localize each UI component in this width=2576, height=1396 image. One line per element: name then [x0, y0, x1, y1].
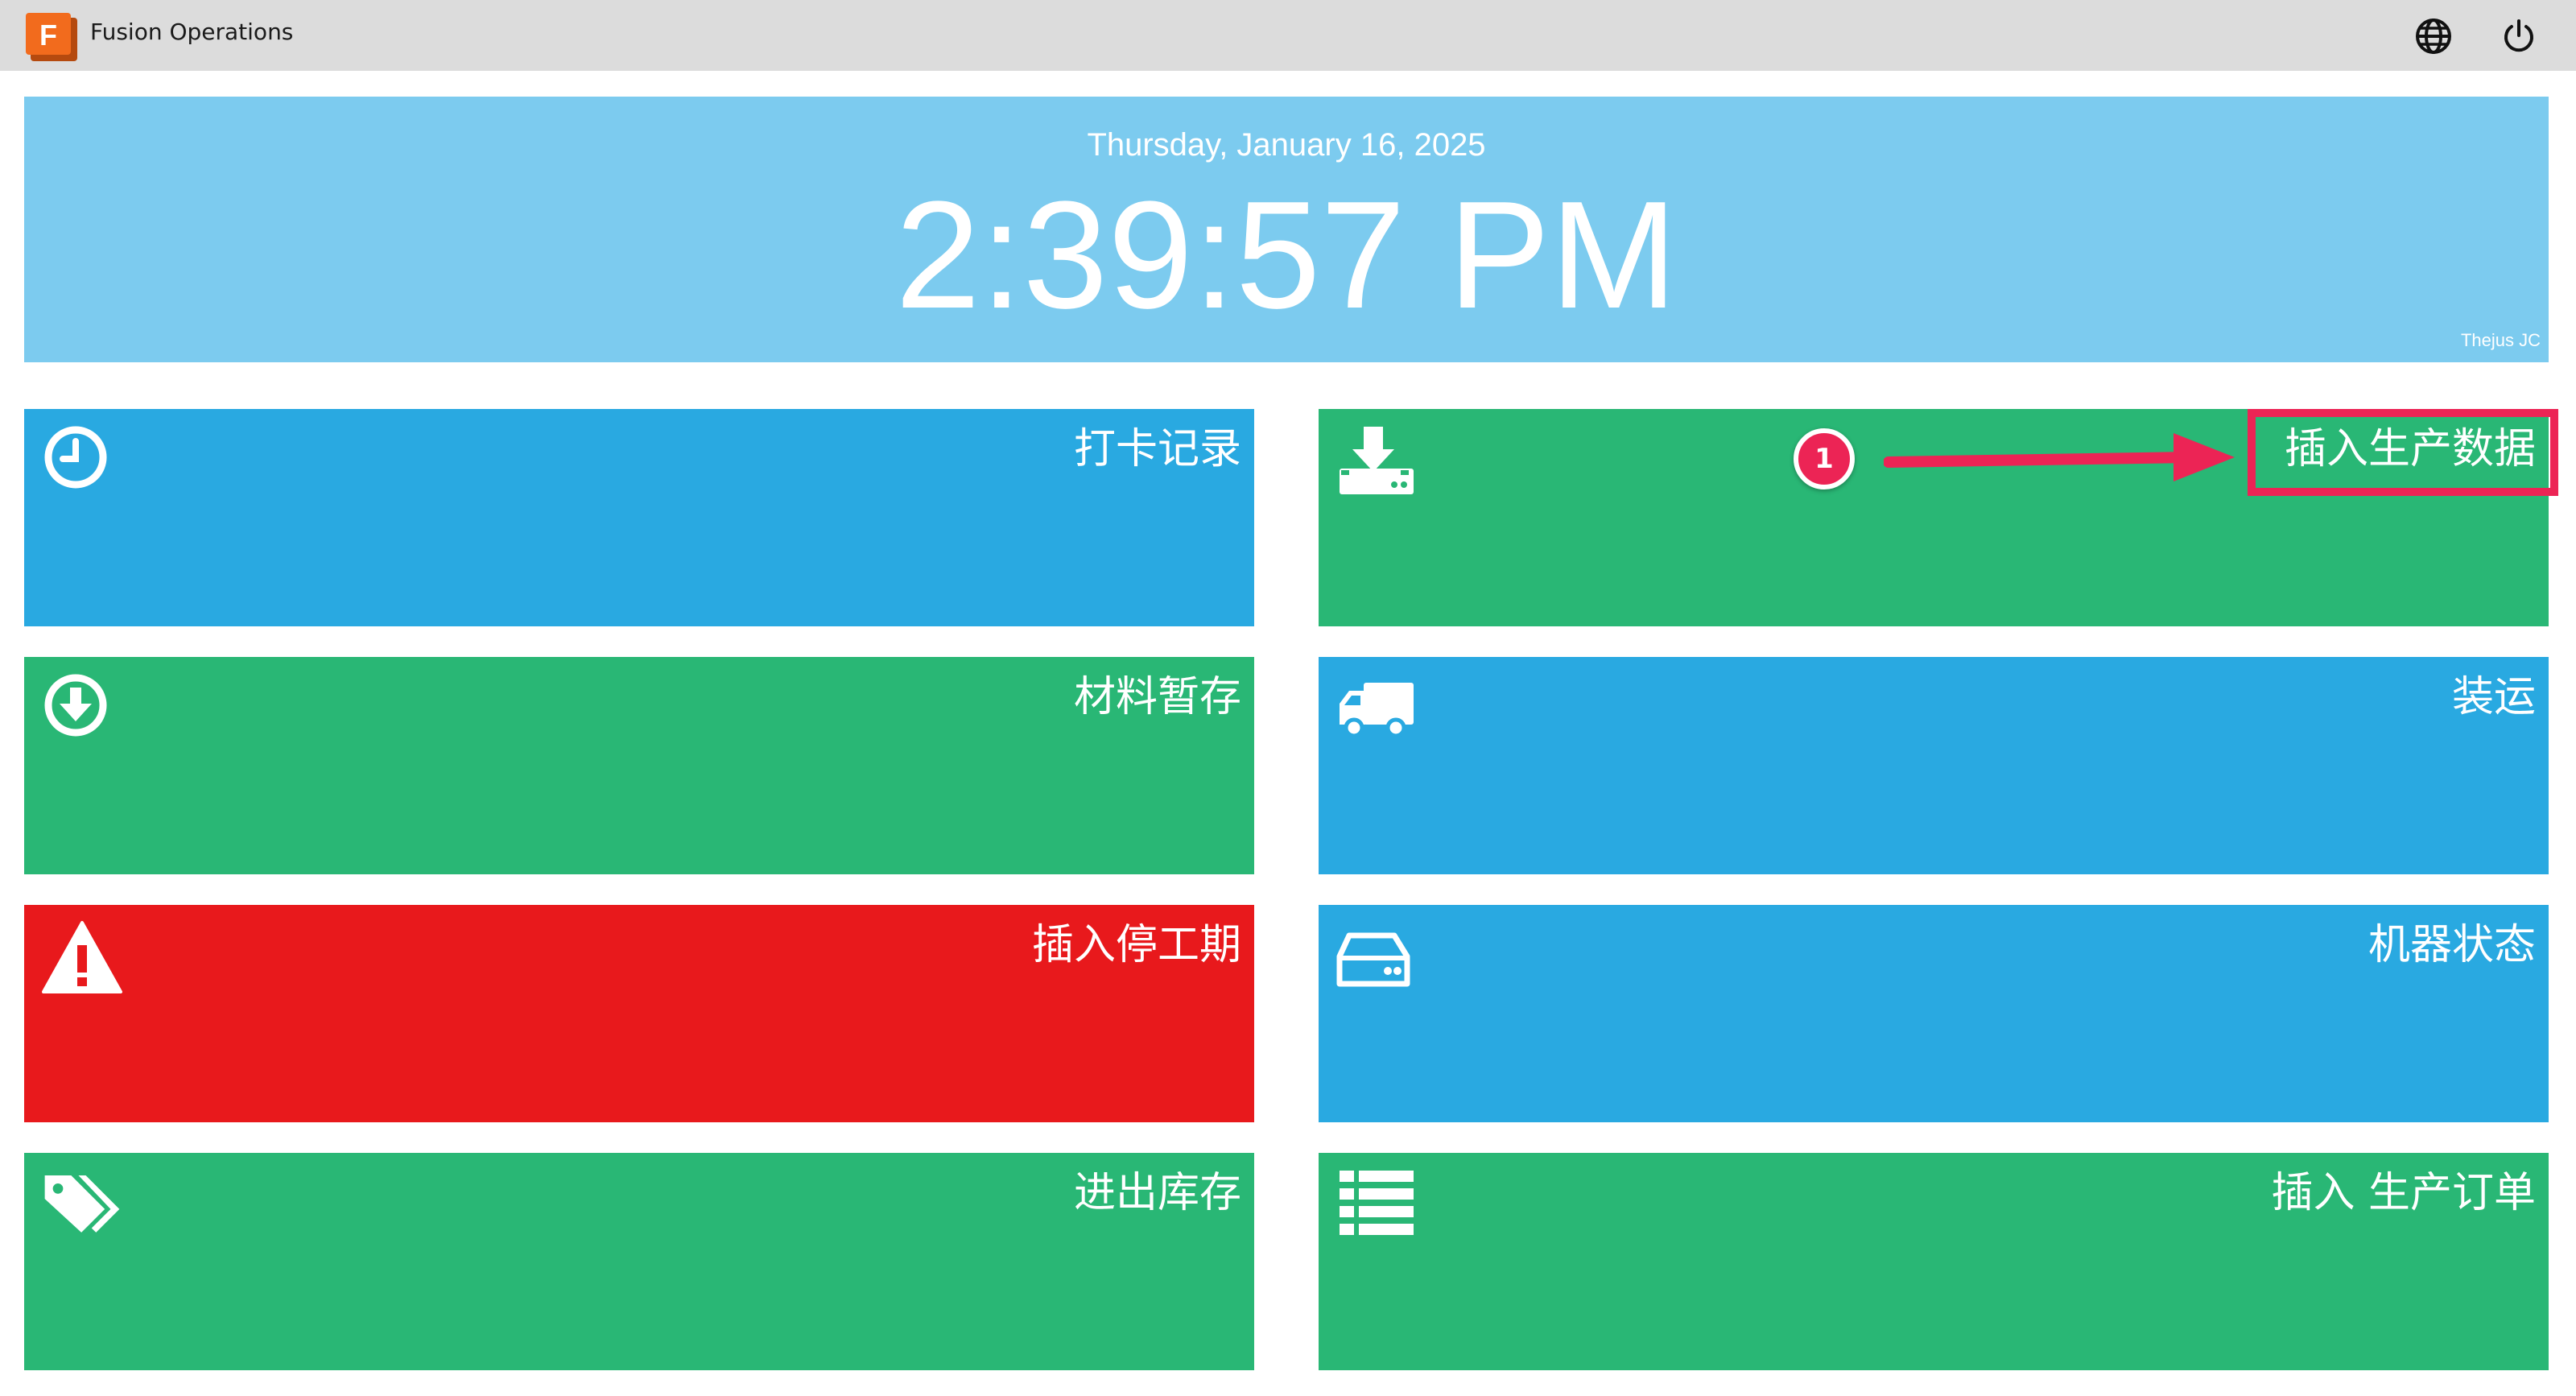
clock-icon	[44, 426, 107, 489]
tile-material-staging[interactable]: 材料暂存	[24, 657, 1254, 874]
truck-icon	[1340, 683, 1414, 738]
top-bar: F Fusion Operations	[0, 0, 2576, 71]
tile-label: 插入停工期	[1031, 921, 1241, 969]
highlight-box	[2248, 409, 2558, 496]
tile-inventory-in-out[interactable]: 进出库存	[24, 1153, 1254, 1370]
annotation-arrow-icon	[1884, 433, 2235, 481]
tile-machine-status[interactable]: 机器状态	[1319, 905, 2549, 1122]
tile-clock-records[interactable]: 打卡记录	[24, 409, 1254, 626]
tile-insert-production-order[interactable]: 插入 生产订单	[1319, 1153, 2549, 1370]
current-time: 2:39:57 PM	[895, 170, 1678, 341]
step-badge: 1	[1794, 428, 1855, 489]
user-name: Thejus JC	[2460, 330, 2541, 350]
hard-drive-icon	[1336, 932, 1410, 987]
tile-label: 插入 生产订单	[2271, 1169, 2536, 1217]
power-icon[interactable]	[2499, 16, 2539, 56]
download-circle-icon	[44, 674, 107, 737]
tile-label: 打卡记录	[1073, 425, 1241, 473]
tile-label: 机器状态	[2368, 921, 2536, 969]
clock-banner: Thursday, January 16, 2025 2:39:57 PM Th…	[24, 97, 2549, 362]
current-date: Thursday, January 16, 2025	[1087, 127, 1486, 163]
tile-shipping[interactable]: 装运	[1319, 657, 2549, 874]
tile-label: 材料暂存	[1073, 673, 1241, 721]
fusion-logo-icon: F	[26, 13, 77, 61]
download-drive-icon	[1340, 427, 1414, 494]
tags-icon	[44, 1175, 120, 1233]
list-icon	[1340, 1171, 1414, 1235]
globe-icon[interactable]	[2413, 16, 2454, 56]
tile-insert-downtime[interactable]: 插入停工期	[24, 905, 1254, 1122]
warning-icon	[42, 921, 122, 993]
svg-text:F: F	[39, 19, 57, 52]
tile-label: 进出库存	[1073, 1169, 1241, 1217]
app-title: Fusion Operations	[90, 19, 294, 45]
tile-label: 装运	[2451, 673, 2536, 721]
